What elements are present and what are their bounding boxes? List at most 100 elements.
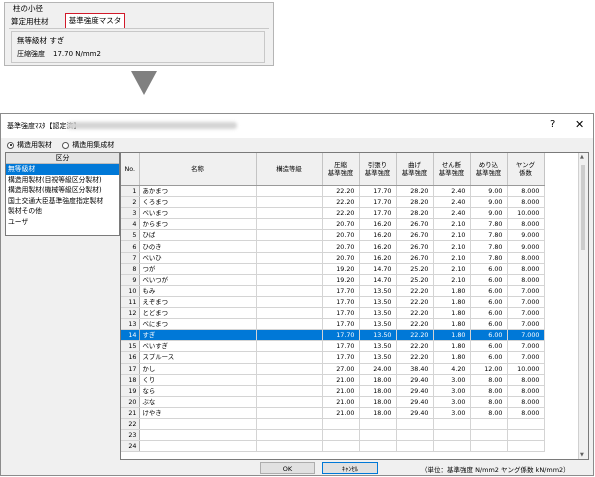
- col-compression-cell[interactable]: 17.70: [322, 318, 360, 331]
- col-no-cell[interactable]: 10: [121, 285, 140, 297]
- col-grade-cell[interactable]: [256, 196, 323, 209]
- col-bending-cell[interactable]: 22.20: [396, 296, 434, 309]
- col-no-cell[interactable]: 13: [121, 318, 140, 331]
- col-compression-cell[interactable]: [322, 429, 360, 442]
- col-no-cell[interactable]: 8: [121, 263, 140, 275]
- col-embedment-cell[interactable]: 6.00: [470, 351, 508, 364]
- col-embedment-cell[interactable]: 6.00: [470, 329, 508, 342]
- col-young-cell[interactable]: 7.000: [507, 318, 545, 331]
- col-tension-cell[interactable]: 13.50: [359, 307, 397, 320]
- col-grade-cell[interactable]: [256, 407, 323, 419]
- col-shear-cell[interactable]: [433, 440, 471, 453]
- category-item[interactable]: 製材その他: [6, 206, 119, 217]
- col-compression-cell[interactable]: [322, 418, 360, 431]
- col-name-cell[interactable]: べいまつ: [139, 207, 257, 220]
- table-row[interactable]: 15 べいすぎ 17.70 13.50 22.20 1.80 6.00 7.000: [121, 340, 545, 353]
- col-no-cell[interactable]: 21: [121, 407, 140, 419]
- col-young-cell[interactable]: 7.000: [507, 329, 545, 342]
- col-bending-cell[interactable]: 28.20: [396, 207, 434, 220]
- col-bending-cell[interactable]: 28.20: [396, 185, 434, 198]
- col-bending-cell[interactable]: 22.20: [396, 329, 434, 342]
- col-name-cell[interactable]: えぞまつ: [139, 296, 257, 309]
- col-name-cell[interactable]: すぎ: [139, 329, 257, 342]
- col-tension-cell[interactable]: 13.50: [359, 296, 397, 309]
- col-shear-cell[interactable]: 2.40: [433, 207, 471, 220]
- col-embedment-cell[interactable]: 12.00: [470, 363, 508, 375]
- col-grade-cell[interactable]: [256, 396, 323, 408]
- category-item[interactable]: 構造用製材(目視等級区分製材): [6, 175, 119, 186]
- col-grade-cell[interactable]: [256, 385, 323, 397]
- col-embedment-cell[interactable]: 6.00: [470, 307, 508, 320]
- col-bending-cell[interactable]: 25.20: [396, 274, 434, 286]
- col-shear-cell[interactable]: 2.10: [433, 229, 471, 242]
- col-grade-cell[interactable]: [256, 318, 323, 331]
- col-grade-cell[interactable]: [256, 340, 323, 353]
- col-shear-cell[interactable]: 1.80: [433, 307, 471, 320]
- col-shear-cell[interactable]: 1.80: [433, 329, 471, 342]
- col-young-cell[interactable]: 8.000: [507, 407, 545, 419]
- table-row[interactable]: 19 なら 21.00 18.00 29.40 3.00 8.00 8.000: [121, 385, 545, 397]
- col-compression-cell[interactable]: 21.00: [322, 396, 360, 408]
- col-compression-cell[interactable]: 19.20: [322, 263, 360, 275]
- col-shear-cell[interactable]: 2.10: [433, 218, 471, 231]
- col-tension-cell[interactable]: 24.00: [359, 363, 397, 375]
- col-tension-cell[interactable]: 13.50: [359, 285, 397, 297]
- col-grade-cell[interactable]: [256, 274, 323, 286]
- table-row[interactable]: 1 あかまつ 22.20 17.70 28.20 2.40 9.00 8.000: [121, 185, 545, 198]
- col-no-cell[interactable]: 11: [121, 296, 140, 309]
- col-compression-cell[interactable]: 20.70: [322, 218, 360, 231]
- col-grade-cell[interactable]: [256, 296, 323, 309]
- table-row[interactable]: 5 ひば 20.70 16.20 26.70 2.10 7.80 9.000: [121, 229, 545, 242]
- col-young-cell[interactable]: 7.000: [507, 340, 545, 353]
- col-young-cell[interactable]: 8.000: [507, 185, 545, 198]
- col-grade-cell[interactable]: [256, 229, 323, 242]
- col-bending-cell[interactable]: 26.70: [396, 229, 434, 242]
- col-embedment-cell[interactable]: 9.00: [470, 185, 508, 198]
- table-row[interactable]: 13 べにまつ 17.70 13.50 22.20 1.80 6.00 7.000: [121, 318, 545, 331]
- col-embedment-cell[interactable]: 6.00: [470, 285, 508, 297]
- col-shear-cell[interactable]: 2.10: [433, 274, 471, 286]
- col-embedment-cell[interactable]: 6.00: [470, 318, 508, 331]
- table-row[interactable]: 4 からまつ 20.70 16.20 26.70 2.10 7.80 8.000: [121, 218, 545, 231]
- col-embedment-cell[interactable]: 6.00: [470, 296, 508, 309]
- table-row[interactable]: 21 けやき 21.00 18.00 29.40 3.00 8.00 8.000: [121, 407, 545, 419]
- scroll-thumb[interactable]: [581, 165, 585, 250]
- col-bending-cell[interactable]: 38.40: [396, 363, 434, 375]
- table-row[interactable]: 20 ぶな 21.00 18.00 29.40 3.00 8.00 8.000: [121, 396, 545, 408]
- col-bending-cell[interactable]: 22.20: [396, 285, 434, 297]
- col-bending-cell[interactable]: 26.70: [396, 252, 434, 264]
- col-bending-cell[interactable]: 29.40: [396, 385, 434, 397]
- col-young-cell[interactable]: 7.000: [507, 285, 545, 297]
- col-compression-cell[interactable]: 17.70: [322, 296, 360, 309]
- help-button[interactable]: ?: [550, 119, 555, 130]
- category-item[interactable]: 国土交通大臣基準強度指定製材: [6, 196, 119, 207]
- col-no-cell[interactable]: 22: [121, 418, 140, 431]
- col-name-cell[interactable]: [139, 418, 257, 431]
- col-no-cell[interactable]: 17: [121, 363, 140, 375]
- col-grade-cell[interactable]: [256, 429, 323, 442]
- col-embedment-cell[interactable]: 8.00: [470, 385, 508, 397]
- col-embedment-cell[interactable]: [470, 429, 508, 442]
- scroll-down-icon[interactable]: ▼: [580, 452, 584, 458]
- col-no-cell[interactable]: 19: [121, 385, 140, 397]
- col-compression-cell[interactable]: 17.70: [322, 285, 360, 297]
- col-shear-cell[interactable]: 1.80: [433, 318, 471, 331]
- col-compression-cell[interactable]: 17.70: [322, 329, 360, 342]
- col-no-cell[interactable]: 14: [121, 329, 140, 342]
- col-name-cell[interactable]: べいすぎ: [139, 340, 257, 353]
- col-compression-cell[interactable]: 21.00: [322, 374, 360, 386]
- col-bending-cell[interactable]: 28.20: [396, 196, 434, 209]
- col-shear-cell[interactable]: 1.80: [433, 340, 471, 353]
- col-shear-cell[interactable]: 1.80: [433, 351, 471, 364]
- col-young-cell[interactable]: 8.000: [507, 385, 545, 397]
- col-no-cell[interactable]: 9: [121, 274, 140, 286]
- col-no-cell[interactable]: 20: [121, 396, 140, 408]
- col-compression-cell[interactable]: 19.20: [322, 274, 360, 286]
- col-no-cell[interactable]: 2: [121, 196, 140, 209]
- col-grade-cell[interactable]: [256, 329, 323, 342]
- category-item[interactable]: ユーザ: [6, 217, 119, 228]
- ok-button[interactable]: OK: [260, 462, 315, 474]
- col-name-cell[interactable]: ぶな: [139, 396, 257, 408]
- col-name-cell[interactable]: つが: [139, 263, 257, 275]
- col-shear-cell[interactable]: 2.40: [433, 185, 471, 198]
